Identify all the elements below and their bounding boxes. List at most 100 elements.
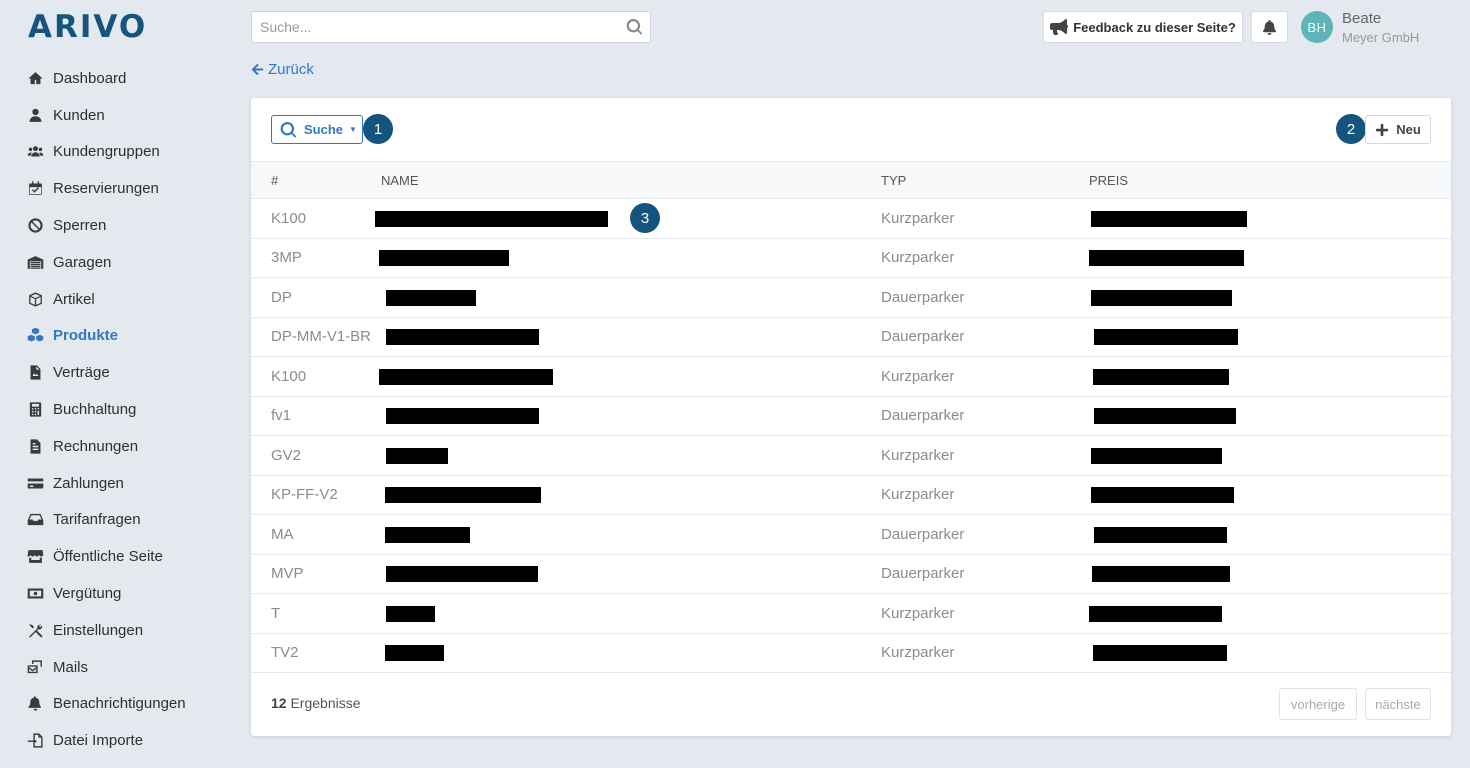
cell-id[interactable]: GV2 [251, 436, 381, 476]
cell-id[interactable]: MVP [251, 554, 381, 594]
table-row[interactable]: MVP Dauerparker [251, 554, 1451, 594]
sidebar-item-label: Tarifanfragen [53, 511, 141, 529]
table-row[interactable]: TV2 Kurzparker [251, 633, 1451, 673]
table-row[interactable]: T Kurzparker [251, 594, 1451, 634]
back-label: Zurück [268, 61, 314, 78]
sidebar-item-dashboard[interactable]: Dashboard [0, 60, 230, 97]
sidebar-item-benachrichtigungen[interactable]: Benachrichtigungen [0, 686, 230, 723]
cell-id[interactable]: KP-FF-V2 [251, 475, 381, 515]
sidebar-item-produkte[interactable]: Produkte [0, 318, 230, 355]
column-header-typ[interactable]: TYP [881, 162, 1089, 199]
table-row[interactable]: KP-FF-V2 Kurzparker [251, 475, 1451, 515]
sidebar-item-datei-importe[interactable]: Datei Importe [0, 722, 230, 759]
column-header-name[interactable]: NAME [381, 162, 881, 199]
cell-id[interactable]: fv1 [251, 396, 381, 436]
search-toggle-button[interactable]: Suche ▼ [271, 115, 363, 144]
cell-name[interactable] [381, 396, 881, 436]
redacted-price [1094, 526, 1227, 543]
bell-icon [1262, 19, 1277, 35]
feedback-button[interactable]: Feedback zu dieser Seite? [1043, 11, 1243, 43]
user-name[interactable]: Beate [1342, 10, 1381, 27]
sidebar-item-rechnungen[interactable]: Rechnungen [0, 428, 230, 465]
global-search[interactable] [251, 11, 651, 43]
avatar[interactable]: BH [1301, 11, 1333, 43]
feedback-label: Feedback zu dieser Seite? [1073, 19, 1236, 35]
sidebar-item-label: Artikel [53, 290, 95, 308]
cell-name[interactable] [381, 317, 881, 357]
prev-page-button[interactable]: vorherige [1279, 688, 1357, 720]
next-page-button[interactable]: nächste [1365, 688, 1431, 720]
cell-id[interactable]: DP [251, 278, 381, 318]
sidebar-item-artikel[interactable]: Artikel [0, 281, 230, 318]
cell-typ: Kurzparker [881, 604, 955, 622]
file-import-icon [26, 732, 44, 750]
redacted-name [386, 408, 539, 425]
sidebar-item-kundengruppen[interactable]: Kundengruppen [0, 134, 230, 171]
redacted-price [1091, 210, 1247, 227]
sidebar-item-kunden[interactable]: Kunden [0, 97, 230, 134]
column-header-preis[interactable]: PREIS [1089, 162, 1451, 199]
cell-preis [1089, 554, 1451, 594]
logo[interactable]: ARIVO [28, 9, 147, 45]
notifications-button[interactable] [1251, 11, 1288, 43]
file-contract-icon [26, 364, 44, 382]
sidebar-item-zahlungen[interactable]: Zahlungen [0, 465, 230, 502]
cell-preis [1089, 633, 1451, 673]
sidebar-item-verträge[interactable]: Verträge [0, 354, 230, 391]
megaphone-icon [1050, 19, 1069, 35]
back-link[interactable]: Zurück [251, 61, 314, 78]
sidebar-item-öffentliche-seite[interactable]: Öffentliche Seite [0, 538, 230, 575]
cell-id[interactable]: K100 [251, 357, 381, 397]
table-row[interactable]: 3MP Kurzparker [251, 238, 1451, 278]
mail-bulk-icon [26, 658, 44, 676]
redacted-price [1094, 408, 1236, 425]
redacted-name [379, 250, 509, 267]
cell-id[interactable]: MA [251, 515, 381, 555]
search-icon[interactable] [626, 19, 642, 35]
sidebar-item-garagen[interactable]: Garagen [0, 244, 230, 281]
cell-name[interactable] [379, 238, 881, 278]
sidebar-item-label: Öffentliche Seite [53, 548, 163, 566]
sidebar-item-vergütung[interactable]: Vergütung [0, 575, 230, 612]
column-header-id[interactable]: # [251, 162, 381, 199]
table-row[interactable]: MA Dauerparker [251, 515, 1451, 555]
cell-typ: Kurzparker [881, 446, 955, 464]
sidebar-item-sperren[interactable]: Sperren [0, 207, 230, 244]
sidebar-item-label: Garagen [53, 253, 112, 271]
cell-id[interactable]: DP-MM-V1-BR [251, 317, 381, 357]
sidebar-item-tarifanfragen[interactable]: Tarifanfragen [0, 502, 230, 539]
cell-name[interactable] [379, 357, 881, 397]
cell-name[interactable] [381, 278, 881, 318]
table-row[interactable]: DP Dauerparker [251, 278, 1451, 318]
cell-name[interactable] [381, 554, 881, 594]
cell-id[interactable]: 3MP [251, 238, 381, 278]
cell-preis [1089, 238, 1451, 278]
sidebar-item-label: Buchhaltung [53, 401, 137, 419]
table-row[interactable]: fv1 Dauerparker [251, 396, 1451, 436]
sidebar-item-einstellungen[interactable]: Einstellungen [0, 612, 230, 649]
cell-typ: Dauerparker [881, 328, 965, 346]
users-icon [26, 143, 44, 161]
user-icon [26, 106, 44, 124]
new-button[interactable]: Neu [1365, 115, 1431, 144]
table-header-row: # NAME TYP PREIS [251, 161, 1451, 199]
table-row[interactable]: DP-MM-V1-BR Dauerparker [251, 317, 1451, 357]
table-row[interactable]: K100 Kurzparker [251, 357, 1451, 397]
cell-name[interactable] [381, 475, 881, 515]
redacted-price [1094, 329, 1238, 346]
cell-name[interactable] [381, 594, 881, 634]
cell-id[interactable]: T [251, 594, 381, 634]
sidebar-item-buchhaltung[interactable]: Buchhaltung [0, 391, 230, 428]
global-search-input[interactable] [260, 19, 626, 35]
cell-name[interactable] [381, 633, 881, 673]
sidebar-item-label: Produkte [53, 327, 119, 345]
cell-name[interactable] [381, 436, 881, 476]
cell-id[interactable]: TV2 [251, 633, 381, 673]
cell-name[interactable] [381, 515, 881, 555]
sidebar-item-mails[interactable]: Mails [0, 649, 230, 686]
table-row[interactable]: K100 Kurzparker [251, 199, 1451, 239]
sidebar-item-reservierungen[interactable]: Reservierungen [0, 170, 230, 207]
table-row[interactable]: GV2 Kurzparker [251, 436, 1451, 476]
cell-id[interactable]: K100 [251, 199, 381, 239]
cell-preis [1089, 317, 1451, 357]
